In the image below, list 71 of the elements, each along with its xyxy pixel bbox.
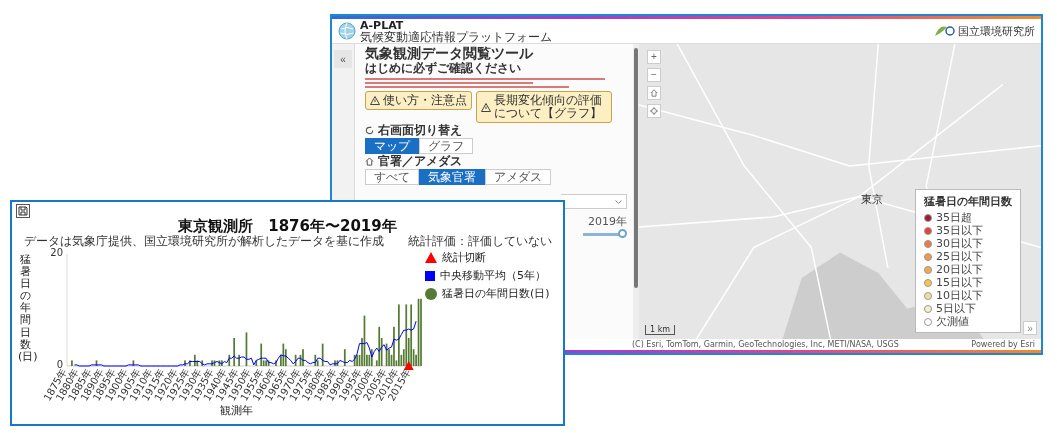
logo-subtitle: 気候変動適応情報プラットフォーム (360, 30, 552, 43)
legend-label: 30日以下 (936, 238, 983, 250)
zoom-out-button[interactable]: − (647, 68, 661, 82)
filter-tab[interactable]: 気象官署 (419, 169, 485, 185)
save-button[interactable] (16, 204, 30, 218)
triangle-icon (425, 252, 437, 263)
tool-title: 気象観測データ閲覧ツール (365, 46, 534, 61)
home-button[interactable] (647, 86, 661, 100)
collapse-button[interactable]: « (334, 50, 352, 68)
y-tick-label: 20 (50, 248, 63, 258)
bar (95, 360, 98, 366)
bar (255, 360, 258, 366)
info-button[interactable]: 使い方・注意点 (365, 91, 472, 110)
home-icon (650, 89, 658, 97)
bar (245, 332, 248, 366)
chart-subtitle: データは気象庁提供、国立環境研究所が解析したデータを基に作成 統計評価：評価していない (22, 235, 553, 248)
view-toggle[interactable]: グラフ (419, 138, 473, 154)
y-tick-label: 0 (56, 359, 63, 370)
map-attribution: (C) Esri, TomTom, Garmin, GeoTechnologies, Inc, METI/NASA, USGS (632, 340, 899, 349)
chart-title: 東京観測所 1876年〜2019年 (177, 218, 398, 235)
legend-label: 猛暑日の年間日数(日) (442, 286, 550, 301)
info-button[interactable]: 長期変化傾向の評価について【グラフ】 (476, 91, 612, 123)
legend-label: 20日以下 (936, 264, 983, 276)
locate-button[interactable] (647, 104, 661, 118)
scrollbar-thumb[interactable] (634, 48, 638, 288)
bar (132, 360, 135, 366)
warning-icon (481, 102, 491, 112)
legend-label: 35日超 (936, 212, 972, 224)
bar (343, 349, 346, 366)
filter-tab[interactable]: すべて (365, 169, 419, 185)
chevron-icon (615, 199, 622, 204)
bar (201, 360, 204, 366)
place-label: 東京 (861, 192, 883, 207)
year-label: 2019年 (588, 214, 627, 229)
view-toggle[interactable]: マップ (365, 138, 419, 154)
notice-heading: はじめに必ずご確認ください (365, 62, 522, 75)
legend-label: 5日以下 (936, 303, 976, 315)
triangle-marker (403, 361, 414, 370)
leaf-logo-icon (933, 24, 955, 38)
crosshair-icon (650, 107, 658, 115)
legend-label: 10日以下 (936, 290, 983, 302)
legend-label: 35日以下 (936, 225, 983, 237)
section-label: 官署／アメダス (378, 155, 462, 168)
section-label: 右画面切り替え (378, 124, 462, 137)
legend-label: 欠測値 (936, 316, 969, 328)
select-field[interactable] (561, 194, 627, 209)
home-icon (365, 157, 374, 166)
x-axis-label: 観測年 (219, 404, 253, 417)
slider-thumb[interactable] (618, 229, 627, 238)
filter-tab[interactable]: アメダス (485, 169, 551, 185)
refresh-icon (365, 126, 374, 135)
warning-icon (370, 96, 380, 105)
logo-title: A-PLAT (360, 19, 404, 31)
circle-icon (425, 287, 437, 300)
legend-label: 15日以下 (936, 277, 983, 289)
bar (233, 338, 236, 366)
powered-by: Powered by Esri (971, 340, 1035, 349)
bar (228, 354, 231, 366)
square-icon (425, 270, 435, 281)
legend-label: 中央移動平均（5年） (440, 268, 546, 283)
legend-title: 猛暑日の年間日数 (924, 194, 1012, 209)
zoom-in-button[interactable]: + (647, 50, 661, 64)
bar (321, 343, 324, 366)
bar (294, 354, 297, 366)
scale-bar: 1 km (645, 325, 676, 335)
organization-name: 国立環境研究所 (958, 23, 1035, 39)
legend-label: 25日以下 (936, 251, 983, 263)
legend-label: 統計切断 (442, 250, 486, 265)
globe-icon (338, 22, 356, 40)
save-icon (18, 206, 28, 216)
expand-button[interactable]: » (1023, 321, 1037, 335)
